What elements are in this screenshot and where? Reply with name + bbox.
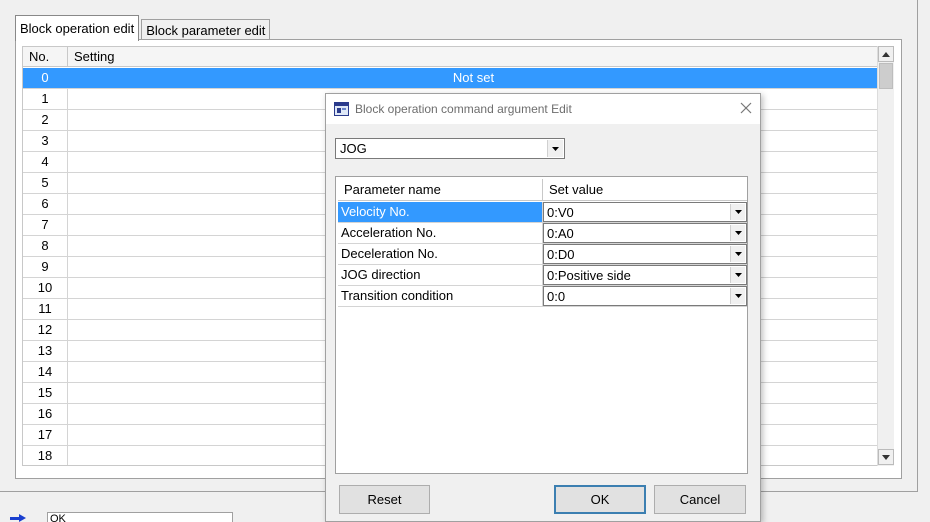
parameter-name: Velocity No.	[338, 202, 543, 222]
parameter-table-header: Parameter name Set value	[338, 179, 747, 201]
command-select-value: JOG	[340, 141, 367, 156]
parameter-name: Deceleration No.	[338, 244, 543, 264]
chevron-down-icon[interactable]	[730, 288, 745, 304]
parameter-row[interactable]: Acceleration No. 0:A0	[338, 223, 747, 244]
row-number: 2	[23, 110, 68, 130]
row-number: 6	[23, 194, 68, 214]
row-number: 16	[23, 404, 68, 424]
parameter-value-select[interactable]: 0:A0	[543, 223, 747, 243]
parameter-row[interactable]: JOG direction 0:Positive side	[338, 265, 747, 286]
chevron-down-icon[interactable]	[547, 140, 563, 157]
parameter-value-select[interactable]: 0:V0	[543, 202, 747, 222]
row-number: 12	[23, 320, 68, 340]
parameter-value: 0:A0	[547, 226, 574, 241]
row-number: 0	[23, 68, 68, 88]
parameter-name: JOG direction	[338, 265, 543, 285]
scroll-up-arrow-icon[interactable]	[878, 46, 894, 62]
chevron-down-icon[interactable]	[730, 225, 745, 241]
parameter-table: Parameter name Set value Velocity No. 0:V…	[335, 176, 748, 474]
app-window-icon	[334, 102, 349, 116]
parameter-value: 0:V0	[547, 205, 574, 220]
chevron-down-icon[interactable]	[730, 246, 745, 262]
row-number: 15	[23, 383, 68, 403]
parameter-name: Acceleration No.	[338, 223, 543, 243]
chevron-down-icon[interactable]	[730, 267, 745, 283]
close-icon[interactable]	[738, 99, 754, 117]
table-row[interactable]: 0 Not set	[23, 68, 877, 89]
tab-block-parameter-edit[interactable]: Block parameter edit	[141, 19, 271, 41]
column-header-setting[interactable]: Setting	[68, 47, 877, 67]
row-number: 5	[23, 173, 68, 193]
grid-header: No. Setting	[23, 47, 877, 67]
tab-strip: Block operation edit Block parameter edi…	[15, 15, 272, 41]
row-number: 10	[23, 278, 68, 298]
row-number: 1	[23, 89, 68, 109]
parameter-name: Transition condition	[338, 286, 543, 306]
parameter-value: 0:Positive side	[547, 268, 631, 283]
arrow-right-icon	[10, 514, 28, 522]
reset-button[interactable]: Reset	[339, 485, 430, 514]
status-text: OK	[47, 512, 233, 522]
parameter-value: 0:D0	[547, 247, 575, 262]
row-number: 8	[23, 236, 68, 256]
scroll-down-arrow-icon[interactable]	[878, 449, 894, 465]
dialog-titlebar[interactable]: Block operation command argument Edit	[326, 94, 760, 124]
column-header-set-value[interactable]: Set value	[543, 179, 747, 200]
parameter-value-select[interactable]: 0:Positive side	[543, 265, 747, 285]
row-number: 3	[23, 131, 68, 151]
column-header-parameter-name[interactable]: Parameter name	[338, 179, 543, 200]
parameter-value: 0:0	[547, 289, 566, 304]
parameter-row[interactable]: Deceleration No. 0:D0	[338, 244, 747, 265]
parameter-value-select[interactable]: 0:0	[543, 286, 747, 306]
parameter-row[interactable]: Transition condition 0:0	[338, 286, 747, 307]
row-number: 14	[23, 362, 68, 382]
row-number: 13	[23, 341, 68, 361]
row-number: 7	[23, 215, 68, 235]
parameter-value-select[interactable]: 0:D0	[543, 244, 747, 264]
row-number: 17	[23, 425, 68, 445]
chevron-down-icon[interactable]	[730, 204, 745, 220]
row-number: 9	[23, 257, 68, 277]
ok-button[interactable]: OK	[554, 485, 646, 514]
grid-vertical-scrollbar[interactable]	[877, 46, 894, 466]
row-number: 18	[23, 446, 68, 465]
parameter-row[interactable]: Velocity No. 0:V0	[338, 202, 747, 223]
dialog-title: Block operation command argument Edit	[355, 102, 572, 116]
command-select[interactable]: JOG	[335, 138, 565, 159]
row-number: 4	[23, 152, 68, 172]
argument-edit-dialog: Block operation command argument Edit JO…	[325, 93, 761, 522]
column-header-no[interactable]: No.	[23, 47, 68, 67]
cancel-button[interactable]: Cancel	[654, 485, 746, 514]
row-number: 11	[23, 299, 68, 319]
tab-block-operation-edit[interactable]: Block operation edit	[15, 15, 140, 41]
scroll-thumb[interactable]	[879, 63, 893, 89]
row-setting: Not set	[452, 70, 495, 85]
